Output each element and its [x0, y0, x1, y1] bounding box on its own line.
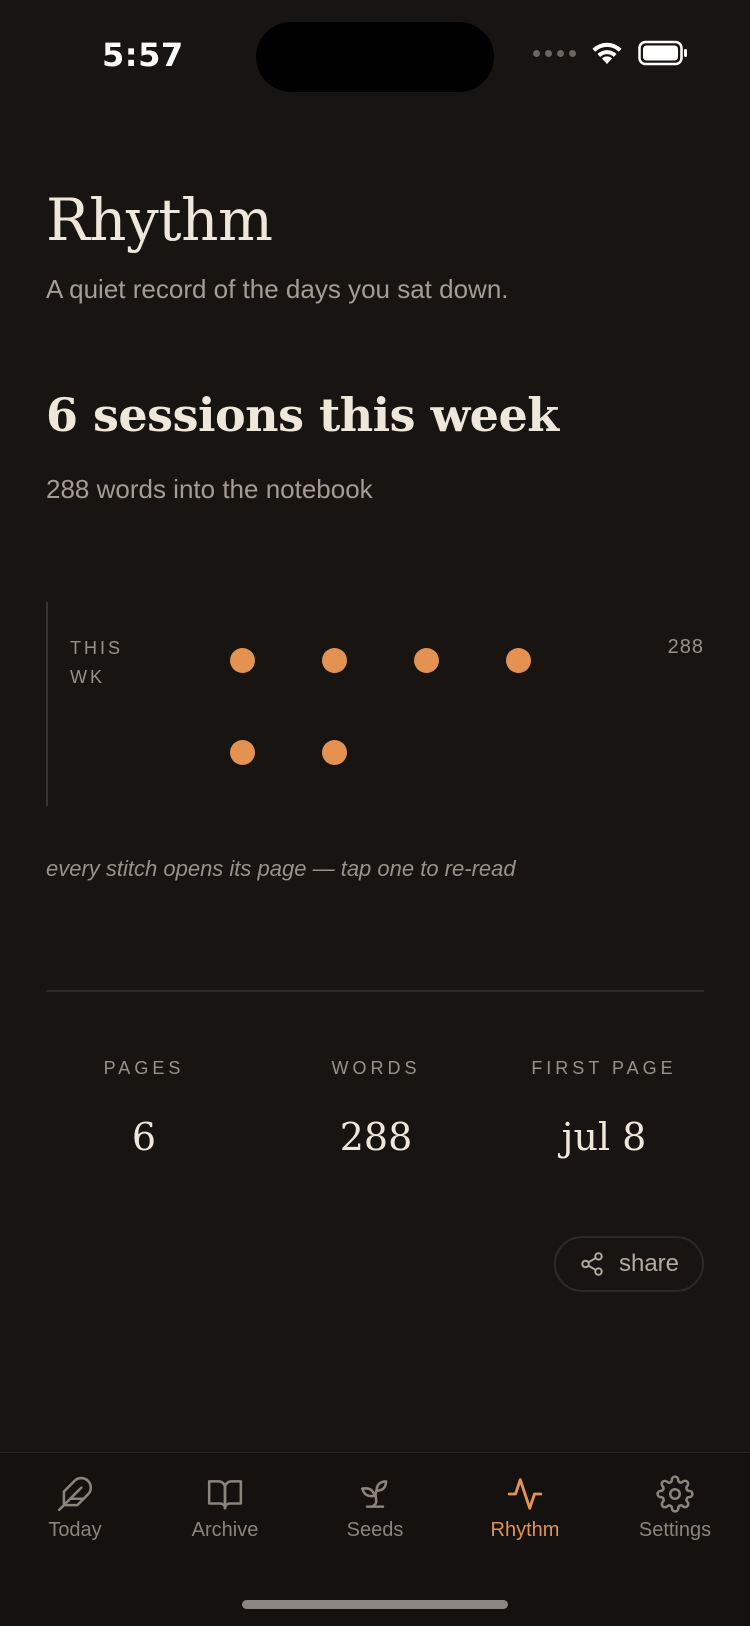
page-title: Rhythm	[46, 186, 273, 254]
gear-icon	[656, 1475, 694, 1513]
tab-today[interactable]: Today	[5, 1475, 145, 1542]
stitch-dot[interactable]	[322, 740, 347, 765]
book-open-icon	[207, 1480, 243, 1510]
page-subtitle: A quiet record of the days you sat down.	[46, 274, 509, 304]
stitch-chart: THIS WK 288	[46, 602, 704, 806]
tab-label: Today	[48, 1519, 102, 1541]
tab-label: Archive	[191, 1519, 259, 1541]
week-words-summary: 288 words into the notebook	[46, 474, 373, 504]
stitch-word-count: 288	[667, 636, 704, 658]
stitch-row-label: THIS WK	[70, 638, 124, 687]
stitch-hint: every stitch opens its page — tap one to…	[46, 856, 516, 881]
tab-rhythm[interactable]: Rhythm	[455, 1475, 595, 1542]
rhythm-screen: 5:57 Rhythm A quiet record of the days y…	[0, 0, 750, 1626]
tab-label: Seeds	[346, 1519, 404, 1541]
share-button[interactable]: share	[554, 1236, 704, 1292]
stitch-dot[interactable]	[322, 648, 347, 673]
tab-label: Settings	[638, 1519, 712, 1541]
wifi-icon	[592, 42, 622, 64]
share-label: share	[618, 1250, 680, 1277]
stitch-dot[interactable]	[506, 648, 531, 673]
week-sessions-heading: 6 sessions this week	[46, 388, 559, 442]
stat-value: jul 8	[561, 1115, 647, 1159]
tab-seeds[interactable]: Seeds	[305, 1475, 445, 1542]
cellular-signal-icon	[533, 49, 576, 57]
stat-first-page: FIRST PAGE jul 8	[504, 1058, 704, 1159]
activity-icon	[507, 1478, 543, 1510]
battery-icon	[638, 40, 687, 66]
stitch-dot[interactable]	[230, 648, 255, 673]
stat-words: WORDS 288	[276, 1058, 476, 1159]
feather-icon	[57, 1476, 93, 1512]
status-icons	[533, 40, 688, 66]
stat-label: PAGES	[103, 1058, 185, 1078]
tab-archive[interactable]: Archive	[155, 1475, 295, 1542]
home-indicator	[242, 1600, 508, 1609]
status-time: 5:57	[102, 36, 184, 74]
dynamic-island	[256, 22, 494, 92]
stat-label: WORDS	[331, 1058, 421, 1078]
stitch-dot[interactable]	[414, 648, 439, 673]
stat-label: FIRST PAGE	[531, 1058, 677, 1078]
stat-value: 6	[131, 1115, 157, 1159]
stat-value: 288	[339, 1115, 413, 1159]
stitch-dot[interactable]	[230, 740, 255, 765]
share-icon	[581, 1252, 603, 1276]
sprout-icon	[361, 1480, 388, 1508]
divider	[46, 990, 704, 992]
tab-label: Rhythm	[490, 1519, 560, 1541]
stat-pages: PAGES 6	[44, 1058, 244, 1159]
tab-settings[interactable]: Settings	[605, 1475, 745, 1542]
